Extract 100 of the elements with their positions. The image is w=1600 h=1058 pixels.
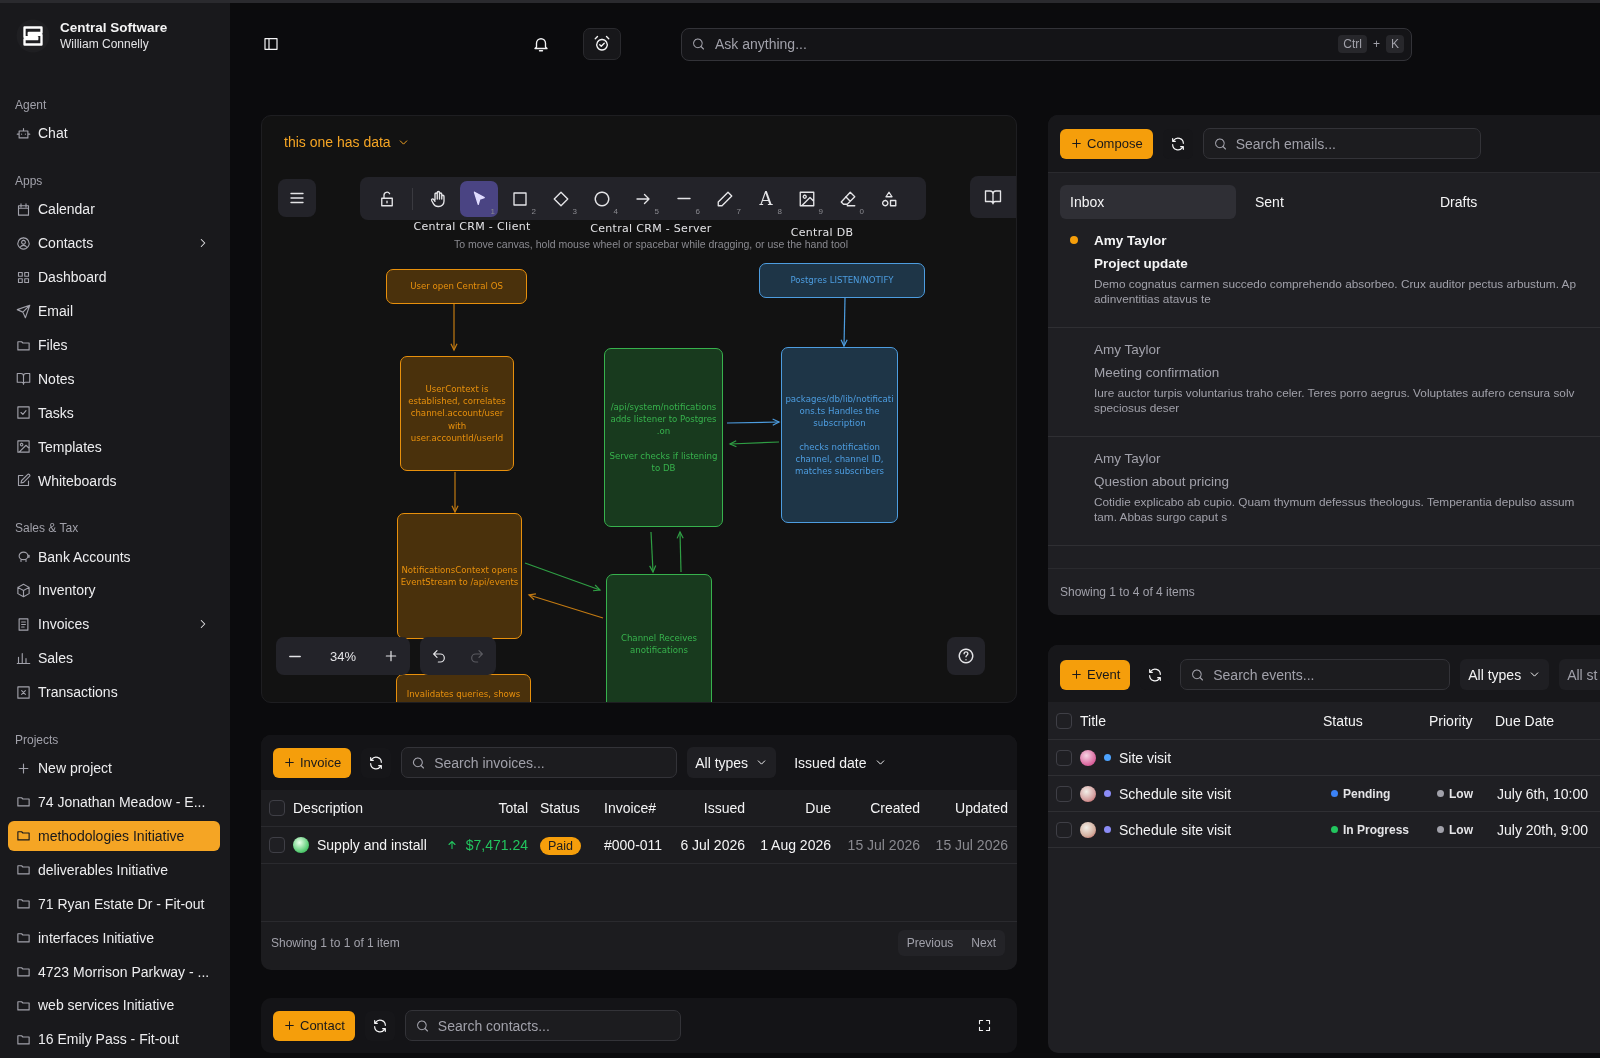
filter-dropdown[interactable]: All types	[1460, 659, 1550, 690]
checkbox[interactable]	[1056, 712, 1072, 729]
search-field[interactable]: Search events...	[1180, 659, 1451, 690]
status-label: Pending	[1343, 786, 1391, 801]
sidebar-item[interactable]: Invoices	[8, 609, 220, 640]
sidebar-item[interactable]: Email	[8, 295, 220, 327]
avatar	[1080, 785, 1096, 802]
sidebar-item[interactable]: methodologies Initiative	[8, 820, 220, 852]
sidebar-item[interactable]: Tasks	[8, 397, 220, 428]
search-field[interactable]: Search contacts...	[404, 1010, 681, 1041]
tab[interactable]: Sent	[1245, 185, 1421, 219]
logo-icon	[16, 18, 50, 53]
sidebar-item[interactable]: Templates	[8, 431, 220, 462]
reminders-button[interactable]	[583, 28, 621, 60]
sidebar-item[interactable]: Inventory	[8, 575, 220, 606]
piggy-bank-icon	[16, 549, 31, 565]
sidebar-item[interactable]: Dashboard	[8, 262, 220, 293]
filter-dropdown[interactable]: All types	[687, 747, 777, 778]
search-field[interactable]: Search invoices...	[401, 747, 678, 778]
sidebar-item[interactable]: Chat	[8, 118, 220, 149]
email-preview: speciosus deser	[1094, 401, 1181, 416]
plus-icon	[283, 1019, 296, 1032]
sidebar-item[interactable]: Whiteboards	[8, 465, 220, 496]
page-button[interactable]: Next	[962, 930, 1005, 956]
eraser-tool[interactable]: 0	[829, 180, 867, 217]
sidebar-item[interactable]: Bank Accounts	[8, 541, 220, 572]
line-icon	[675, 197, 693, 200]
folder-icon	[16, 964, 31, 979]
image-tool[interactable]: 9	[788, 180, 826, 217]
ellipse-tool[interactable]: 4	[583, 180, 621, 217]
email-subject: Question about pricing	[1094, 473, 1231, 491]
avatar	[1080, 749, 1096, 766]
email-sender: Amy Taylor	[1094, 450, 1162, 468]
rectangle-tool[interactable]: 2	[501, 180, 539, 217]
book-icon	[984, 188, 1002, 206]
box-icon	[16, 582, 31, 598]
sidebar-item[interactable]: Calendar	[8, 194, 220, 225]
sidebar-item[interactable]: interfaces Initiative	[8, 922, 220, 953]
lock-open-icon	[378, 189, 396, 208]
menu-button[interactable]	[278, 179, 316, 217]
folder-icon	[16, 862, 31, 878]
help-icon	[957, 647, 975, 665]
sidebar-item[interactable]: 16 Emily Pass - Fit-out	[8, 1024, 220, 1055]
new-contact-button[interactable]: Contact	[273, 1010, 355, 1041]
whiteboard-selector[interactable]: this one has data	[284, 134, 410, 150]
sidebar-item[interactable]: 71 Ryan Estate Dr - Fit-out	[8, 888, 220, 919]
column-header: Status	[539, 800, 581, 816]
help-button[interactable]	[947, 637, 985, 675]
checkbox[interactable]	[269, 837, 285, 853]
sidebar-item[interactable]: 4723 Morrison Parkway - ...	[8, 956, 220, 987]
search-field[interactable]: Search emails...	[1202, 128, 1481, 159]
checkbox[interactable]	[1056, 749, 1072, 766]
column-header: Invoice#	[603, 800, 658, 816]
page-button[interactable]: Previous	[897, 930, 963, 956]
refresh-icon	[371, 1017, 388, 1034]
table-cell-text: 15 Jul 2026	[846, 837, 920, 853]
flow-node: NotificationsContext opens EventStream to /api/events	[397, 513, 522, 639]
table-cell-text: 1 Aug 2026	[759, 837, 831, 853]
new-invoice-button[interactable]: Invoice	[273, 747, 352, 778]
table-cell-text: 6 Jul 2026	[679, 837, 745, 853]
key-hint: Ctrl	[1338, 35, 1367, 53]
shapes-icon	[880, 189, 898, 208]
draw-tool[interactable]: 7	[706, 180, 744, 217]
arrow	[649, 531, 657, 574]
email-preview: Cotidie explicabo ab cupio. Quam thymum defessus theologus. Temperantia depulso assum	[1094, 495, 1575, 510]
tab[interactable]: Inbox	[1060, 185, 1236, 219]
sidebar-item[interactable]: Contacts	[8, 228, 220, 259]
compose-button[interactable]: Compose	[1060, 128, 1153, 159]
diamond-tool[interactable]: 3	[542, 180, 580, 217]
checkbox[interactable]	[269, 800, 285, 816]
column-header: Title	[1080, 712, 1107, 729]
tab[interactable]: Drafts	[1430, 185, 1600, 219]
sidebar-item[interactable]: Sales	[8, 643, 220, 674]
sidebar-item[interactable]: 74 Jonathan Meadow - E...	[8, 786, 220, 818]
line-tool[interactable]: 6	[665, 180, 703, 217]
table-cell: July 6th, 10:00	[1497, 785, 1589, 802]
arrow	[451, 471, 459, 514]
email-subject: Project update	[1094, 255, 1189, 273]
zoom-level: 34%	[330, 648, 356, 664]
checkbox[interactable]	[1056, 821, 1072, 838]
sidebar-item[interactable]: Files	[8, 329, 220, 361]
sidebar-item[interactable]: Transactions	[8, 676, 220, 708]
checkbox[interactable]	[1056, 785, 1072, 802]
sidebar-item[interactable]: deliverables Initiative	[8, 854, 220, 885]
sidebar-item[interactable]: Notes	[8, 363, 220, 395]
column-header: Priority	[1429, 712, 1474, 729]
filter-dropdown[interactable]: Issued date	[786, 747, 895, 778]
arrow	[726, 418, 781, 426]
folder-icon	[16, 828, 31, 844]
new-event-button[interactable]: Event	[1060, 659, 1131, 690]
filter-dropdown[interactable]: All st	[1559, 659, 1600, 690]
sidebar-item[interactable]: New project	[8, 752, 220, 784]
sidebar-item[interactable]: web services Initiative	[8, 990, 220, 1021]
folder-icon	[16, 930, 31, 946]
plus-icon	[16, 760, 31, 776]
library-button[interactable]	[970, 176, 1016, 218]
email-preview: Iure auctor turpis voluntarius traho celer. Teres porro aegrus. Voluptates aufero censura solv	[1094, 386, 1575, 401]
arrow-tool[interactable]: 5	[624, 180, 662, 217]
email-preview: tam. Abbas surgo caput s	[1094, 510, 1229, 525]
text-tool[interactable]: A 8	[747, 180, 785, 217]
